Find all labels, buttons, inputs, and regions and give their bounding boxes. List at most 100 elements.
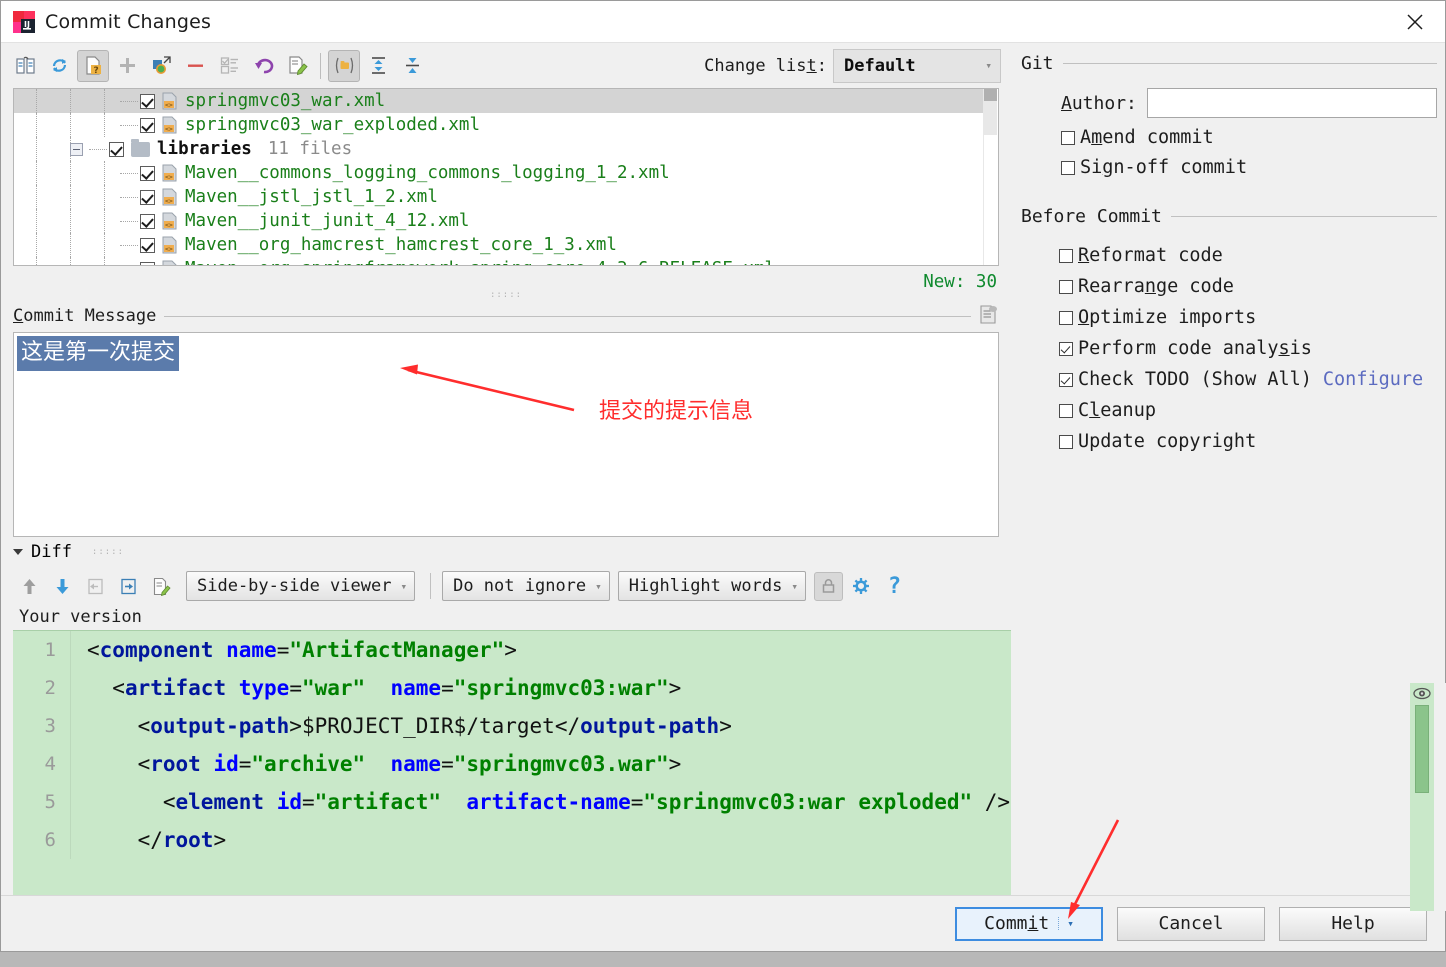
commit-button[interactable]: Commit ▾	[955, 906, 1103, 941]
gear-icon[interactable]	[847, 572, 876, 601]
before-commit-title: Before Commit	[1021, 206, 1162, 227]
diff-scrollbar-area	[1410, 683, 1446, 911]
tree-guides	[36, 185, 105, 209]
checkbox[interactable]	[1059, 403, 1073, 418]
tree-row-checkbox[interactable]	[140, 237, 155, 253]
annotation-label: 提交的提示信息	[599, 399, 754, 424]
tree-connector	[89, 148, 107, 150]
checkbox[interactable]	[1059, 434, 1073, 449]
diff-viewer-mode-dropdown[interactable]: Side-by-side viewer ▾	[186, 571, 416, 601]
tree-row[interactable]: <> Maven__org_hamcrest_hamcrest_core_1_3…	[14, 233, 998, 257]
splitter-handle[interactable]: :::::	[1, 291, 1011, 302]
xml-file-icon: <>	[162, 212, 179, 230]
right-pane: Git Author: Amend commit Sign-off commit…	[1011, 43, 1445, 895]
tree-row[interactable]: <> Maven__jstl_jstl_1_2.xml	[14, 185, 998, 209]
checkbox[interactable]	[1059, 341, 1073, 356]
tree-scrollbar-thumb[interactable]	[984, 101, 997, 135]
checkbox[interactable]	[1059, 372, 1073, 387]
add-icon[interactable]	[111, 50, 143, 82]
tree-row[interactable]: <> Maven__commons_logging_commons_loggin…	[14, 161, 998, 185]
tree-row-checkbox[interactable]	[140, 93, 155, 109]
show-diff-icon[interactable]	[9, 50, 41, 82]
move-to-changelist-icon[interactable]	[145, 50, 177, 82]
help-icon[interactable]: ?	[880, 572, 909, 601]
check-todo-checkbox[interactable]: Check TODO (Show All) Configure	[1059, 369, 1437, 390]
tree-row-label: springmvc03_war_exploded.xml	[185, 115, 481, 135]
tree-row-checkbox[interactable]	[140, 189, 155, 205]
diff-scrollbar-thumb[interactable]	[1415, 705, 1429, 793]
commit-history-icon[interactable]	[979, 303, 999, 329]
tree-row-checkbox[interactable]	[109, 141, 124, 157]
tree-row[interactable]: <> Maven__junit_junit_4_12.xml	[14, 209, 998, 233]
configure-todo-link[interactable]: Configure	[1323, 369, 1423, 390]
help-button[interactable]: Help	[1279, 906, 1427, 941]
amend-commit-checkbox[interactable]: Amend commit	[1061, 127, 1437, 148]
tree-row-label: Maven__commons_logging_commons_logging_1…	[185, 163, 670, 183]
accept-left-icon[interactable]	[81, 572, 110, 601]
tree-row-checkbox[interactable]	[140, 261, 155, 265]
select-all-icon[interactable]	[213, 50, 245, 82]
tree-row-label: Maven__org_hamcrest_hamcrest_core_1_3.xm…	[185, 235, 617, 255]
code-line-text: <root id="archive" name="springmvc03.war…	[87, 752, 682, 776]
commit-message-input[interactable]: 这是第一次提交 提交的提示信息	[13, 332, 999, 537]
check-todo-label: Check TODO (Show All)	[1078, 369, 1312, 390]
svg-text:<>: <>	[165, 245, 173, 253]
checkbox[interactable]	[1059, 248, 1073, 263]
tree-row[interactable]: <> Maven__org_springframework_spring_cor…	[14, 257, 998, 265]
tree-row[interactable]: libraries 11 files	[14, 137, 998, 161]
sign-off-commit-checkbox[interactable]: Sign-off commit	[1061, 157, 1437, 178]
tree-scrollbar[interactable]	[983, 89, 998, 265]
diff-splitter-handle[interactable]: :::::	[88, 548, 128, 557]
cancel-button[interactable]: Cancel	[1117, 906, 1265, 941]
diff-highlight-value: Highlight words	[628, 576, 783, 596]
tree-row-count: 11 files	[267, 139, 353, 159]
diff-code-view[interactable]: 1 <component name="ArtifactManager"> 2 <…	[13, 630, 1011, 895]
perform-code-analysis-checkbox[interactable]: Perform code analysis	[1059, 338, 1437, 359]
changed-files-tree[interactable]: <> springmvc03_war.xml <> springmvc03_wa…	[13, 88, 999, 266]
tree-guides	[36, 89, 105, 113]
checkbox[interactable]	[1059, 279, 1073, 294]
author-field[interactable]	[1146, 88, 1437, 118]
eye-icon[interactable]	[1413, 685, 1431, 704]
chevron-down-icon[interactable]: ▾	[1058, 917, 1074, 930]
checkbox[interactable]	[1061, 130, 1075, 145]
tree-row-checkbox[interactable]	[140, 213, 155, 229]
code-line-text: <artifact type="war" name="springmvc03:w…	[87, 676, 682, 700]
tree-row[interactable]: <> springmvc03_war_exploded.xml	[14, 113, 998, 137]
collapse-all-icon[interactable]	[396, 50, 428, 82]
expand-collapse-icon[interactable]	[70, 142, 83, 156]
line-number: 4	[13, 745, 71, 783]
refresh-icon[interactable]	[43, 50, 75, 82]
header-rule	[1062, 63, 1437, 64]
update-copyright-checkbox[interactable]: Update copyright	[1059, 431, 1437, 452]
tree-row-label: springmvc03_war.xml	[185, 91, 386, 111]
group-by-directory-icon[interactable]	[328, 49, 360, 82]
optimize-imports-checkbox[interactable]: Optimize imports	[1059, 307, 1437, 328]
show-unversioned-icon[interactable]: ?	[77, 49, 109, 82]
changelist-dropdown[interactable]: Default ▾	[833, 48, 1001, 83]
checkbox[interactable]	[1059, 310, 1073, 325]
lock-icon[interactable]	[813, 571, 843, 601]
edit-source-icon[interactable]	[281, 50, 313, 82]
close-icon[interactable]	[1385, 1, 1445, 42]
tree-row-checkbox[interactable]	[140, 117, 155, 133]
rollback-icon[interactable]	[247, 50, 279, 82]
cleanup-checkbox[interactable]: Cleanup	[1059, 400, 1437, 421]
git-group-title: Git	[1021, 53, 1054, 74]
rearrange-code-checkbox[interactable]: Rearrange code	[1059, 276, 1437, 297]
triangle-down-icon[interactable]	[13, 549, 23, 555]
optimize-imports-label: Optimize imports	[1078, 307, 1257, 328]
tree-row[interactable]: <> springmvc03_war.xml	[14, 89, 998, 113]
reformat-code-checkbox[interactable]: Reformat code	[1059, 245, 1437, 266]
previous-difference-icon[interactable]	[15, 572, 44, 601]
next-difference-icon[interactable]	[48, 572, 77, 601]
changelist-label: Change list:	[704, 55, 827, 76]
diff-highlight-dropdown[interactable]: Highlight words ▾	[617, 571, 806, 601]
accept-right-icon[interactable]	[114, 572, 143, 601]
checkbox[interactable]	[1061, 160, 1075, 175]
diff-whitespace-dropdown[interactable]: Do not ignore ▾	[442, 571, 610, 601]
jump-to-source-icon[interactable]	[147, 572, 176, 601]
tree-row-checkbox[interactable]	[140, 165, 155, 181]
delete-icon[interactable]	[179, 50, 211, 82]
expand-all-icon[interactable]	[362, 50, 394, 82]
